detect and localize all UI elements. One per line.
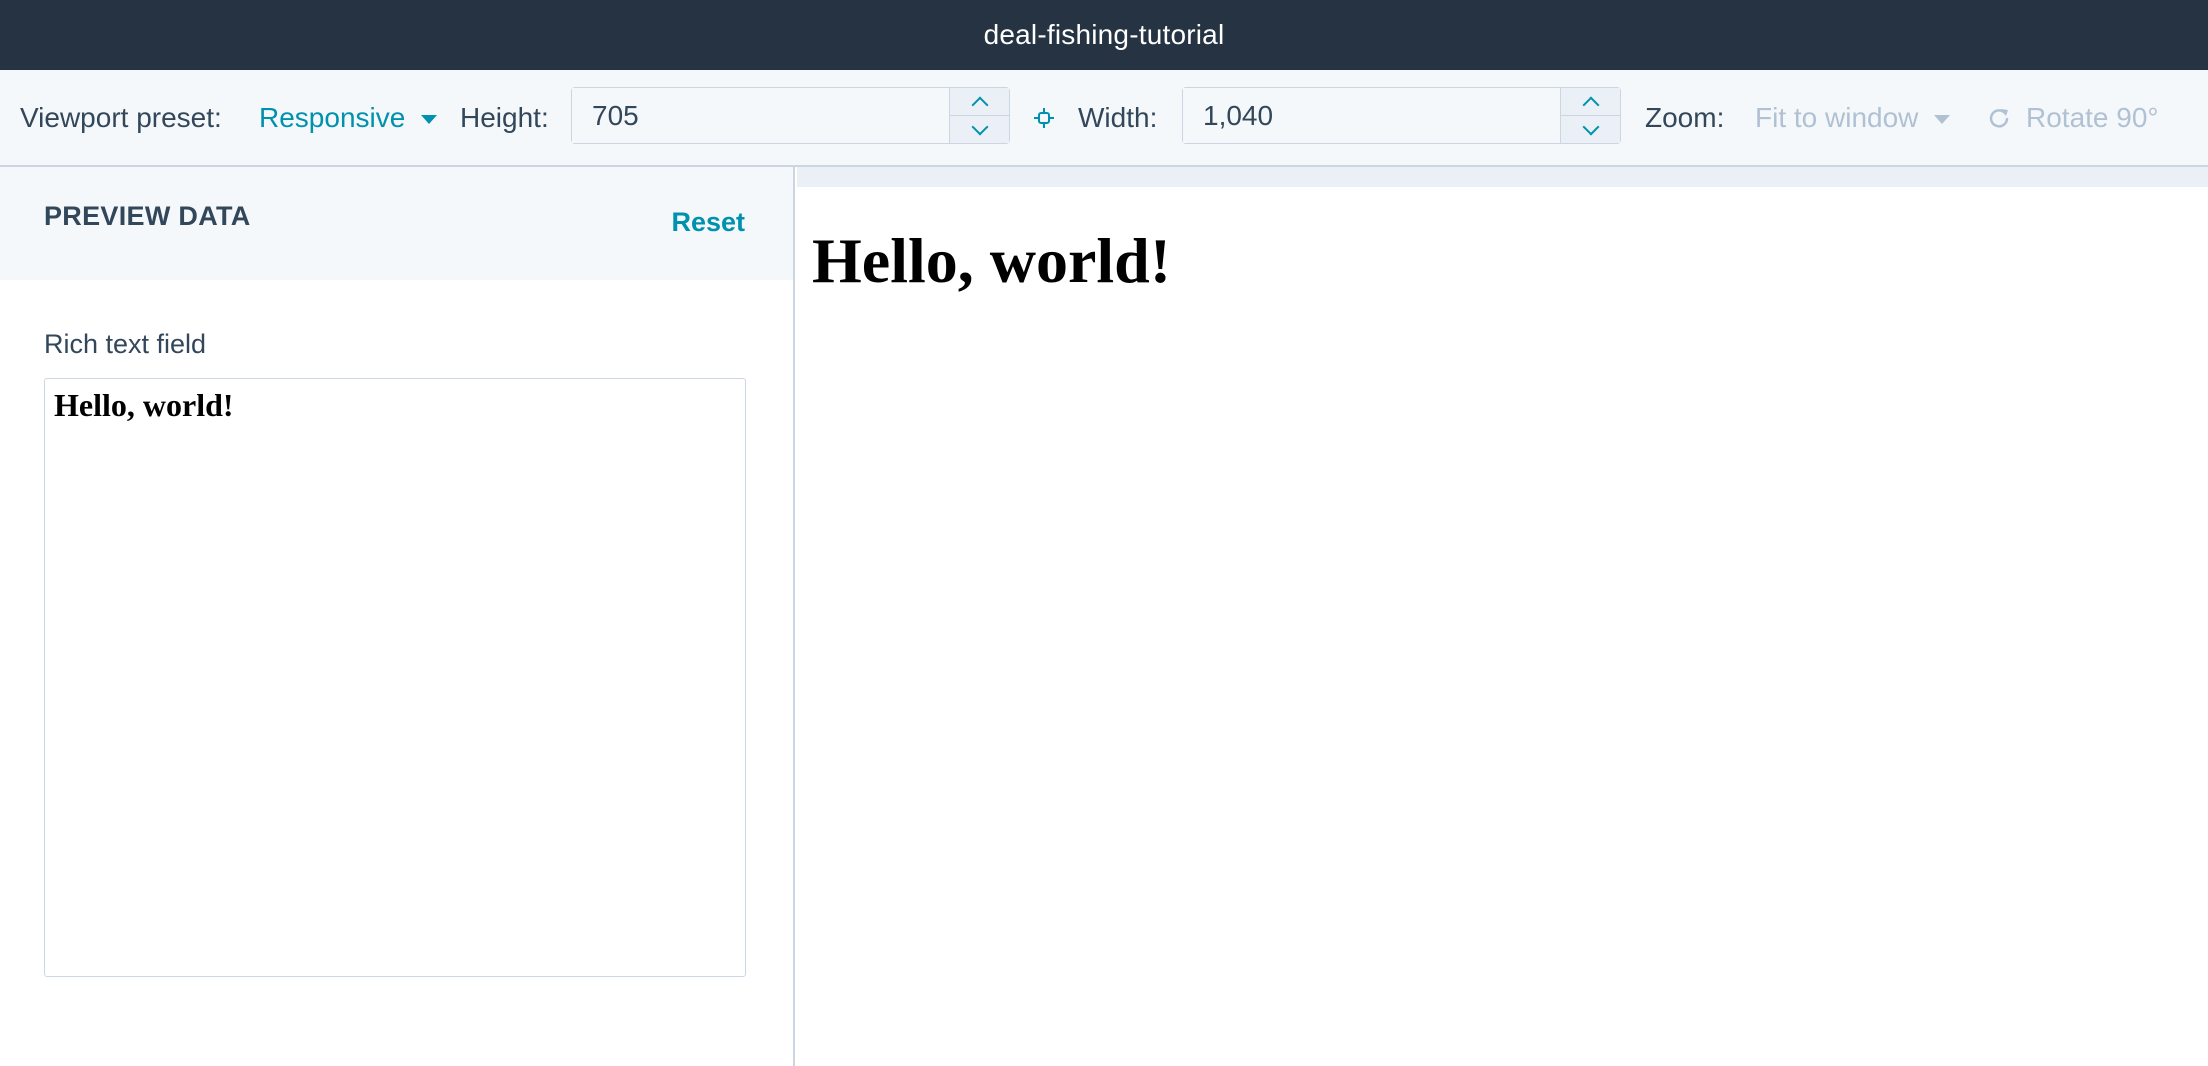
width-number-input: 1,040 [1182,87,1621,144]
rich-text-field-label: Rich text field [44,329,207,359]
chevron-up-icon [1582,96,1599,113]
viewport-toolbar: Viewport preset: Responsive Height: 705 … [0,70,2208,167]
width-decrement-button[interactable] [1561,115,1620,143]
chevron-down-icon [1582,118,1599,135]
width-increment-button[interactable] [1561,88,1620,115]
preview-heading: Hello, world! [812,225,1172,296]
viewport-preset-value: Responsive [259,101,406,133]
viewport-preset-dropdown[interactable]: Responsive [259,70,438,165]
height-increment-button[interactable] [950,88,1009,115]
rotate-label: Rotate 90° [2026,101,2159,133]
chevron-up-icon [971,96,988,113]
height-label: Height: [460,101,549,133]
preview-data-panel: PREVIEW DATA Reset Rich text field Hello… [0,167,795,1066]
preview-top-strip [797,167,2208,187]
window-title-bar: deal-fishing-tutorial [0,0,2208,70]
preview-data-header: PREVIEW DATA Reset [0,167,793,280]
preview-viewport: Hello, world! [797,167,2208,1066]
height-number-input: 705 [571,87,1010,144]
height-stepper [949,88,1009,143]
height-decrement-button[interactable] [950,115,1009,143]
caret-down-icon [421,115,438,124]
rich-text-content: Hello, world! [54,387,234,423]
rich-text-editor[interactable]: Hello, world! [44,378,746,977]
zoom-value: Fit to window [1755,101,1919,133]
viewport-preset-label: Viewport preset: [20,101,222,133]
zoom-label: Zoom: [1645,101,1725,133]
rotate-button[interactable]: Rotate 90° [1988,70,2159,165]
window-title: deal-fishing-tutorial [983,19,1225,50]
chevron-down-icon [971,118,988,135]
link-dimensions-icon[interactable] [1033,107,1055,129]
preview-data-heading: PREVIEW DATA [44,201,251,231]
rotate-icon [1989,108,2009,128]
width-stepper [1560,88,1620,143]
caret-down-icon [1934,115,1951,124]
zoom-dropdown[interactable]: Fit to window [1755,70,1951,165]
width-label: Width: [1078,101,1158,133]
reset-button[interactable]: Reset [671,207,745,238]
width-input[interactable]: 1,040 [1183,88,1560,143]
height-input[interactable]: 705 [572,88,949,143]
